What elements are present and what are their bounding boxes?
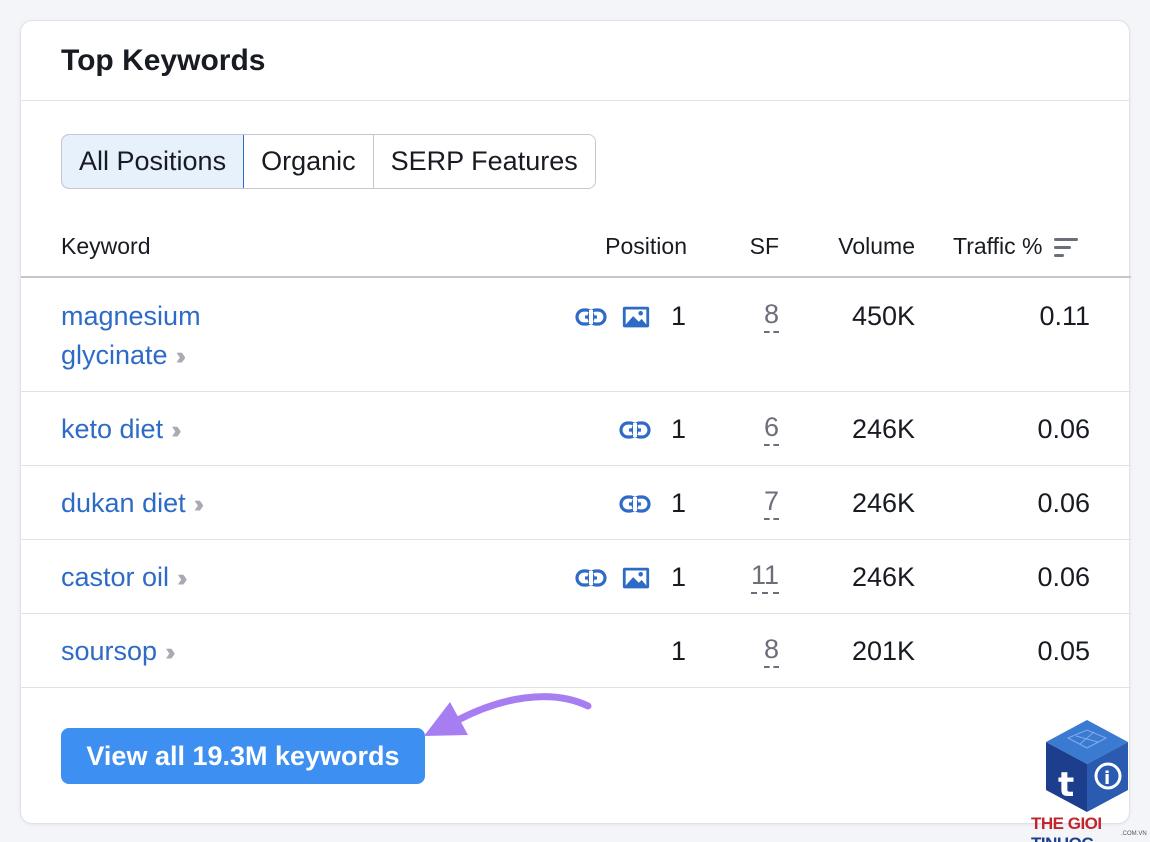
sf-count[interactable]: 11 (750, 558, 779, 594)
traffic-value: 0.06 (1037, 562, 1090, 592)
svg-text:t: t (1058, 765, 1074, 805)
keyword-text-line1: keto diet (61, 414, 164, 444)
watermark-domain: .COM.VN (1121, 831, 1147, 837)
keyword-link[interactable]: keto diet ›› (61, 410, 181, 450)
card-title: Top Keywords (61, 43, 266, 77)
link-icon (619, 494, 651, 513)
keyword-link[interactable]: magnesium glycinate ›› (61, 297, 201, 376)
keyword-text-line2: glycinate (61, 340, 168, 370)
double-chevron-right-icon[interactable]: ›› (177, 564, 187, 592)
watermark-part1: THE GIOI (1031, 814, 1102, 833)
column-header-position[interactable]: Position (605, 233, 687, 260)
keyword-text-line1: soursop (61, 636, 158, 666)
table-row: magnesium glycinate ›› 1 8 450K 0.11 (21, 279, 1131, 392)
link-icon (619, 420, 651, 439)
volume-value: 450K (851, 301, 915, 331)
watermark-brand: THE GIOI TINHOC (1031, 814, 1150, 842)
volume-value: 246K (851, 414, 915, 444)
table-header: Keyword Position SF Volume Traffic % (21, 221, 1131, 278)
sf-count[interactable]: 8 (763, 632, 779, 668)
traffic-value: 0.06 (1037, 414, 1090, 444)
link-icon (575, 568, 607, 587)
column-header-traffic-label: Traffic % (953, 233, 1043, 259)
traffic-value: 0.05 (1037, 636, 1090, 666)
keyword-text-line1: dukan diet (61, 488, 186, 518)
tab-serp-features[interactable]: SERP Features (373, 135, 595, 188)
sf-count[interactable]: 7 (763, 484, 779, 520)
position-cell: 1 (619, 410, 686, 449)
traffic-value: 0.11 (1039, 301, 1090, 331)
position-cell: 1 (665, 632, 686, 671)
view-all-keywords-button[interactable]: View all 19.3M keywords (61, 728, 425, 784)
svg-text:i: i (1104, 768, 1110, 789)
column-header-volume[interactable]: Volume (838, 233, 915, 260)
table-row: soursop ›› 1 8 201K 0.05 (21, 614, 1131, 688)
position-tabs: All Positions Organic SERP Features (61, 134, 596, 189)
keyword-link[interactable]: soursop ›› (61, 632, 175, 672)
double-chevron-right-icon[interactable]: ›› (194, 490, 204, 518)
position-value: 1 (670, 488, 686, 518)
position-cell: 1 (575, 297, 686, 336)
position-value: 1 (670, 562, 686, 592)
image-icon (622, 306, 650, 327)
watermark-part2: TINHOC (1031, 834, 1094, 842)
pointer-arrow-icon (424, 693, 592, 736)
traffic-value: 0.06 (1037, 488, 1090, 518)
tab-organic[interactable]: Organic (244, 135, 374, 188)
keyword-link[interactable]: dukan diet ›› (61, 484, 204, 524)
column-header-keyword[interactable]: Keyword (61, 233, 150, 260)
image-icon (622, 567, 650, 588)
keyword-text-line1: magnesium (61, 301, 201, 331)
tab-all-positions[interactable]: All Positions (61, 135, 245, 188)
position-value: 1 (670, 414, 686, 444)
sf-count[interactable]: 6 (763, 410, 779, 446)
volume-value: 246K (851, 488, 915, 518)
table-row: dukan diet ›› 1 7 246K 0.06 (21, 466, 1131, 540)
keyword-text-line1: castor oil (61, 562, 170, 592)
card-header: Top Keywords (21, 21, 1129, 101)
sort-descending-icon[interactable] (1054, 237, 1079, 259)
column-header-sf[interactable]: SF (750, 233, 779, 260)
position-cell: 1 (575, 558, 686, 597)
double-chevron-right-icon[interactable]: ›› (176, 342, 186, 370)
position-value: 1 (670, 636, 686, 666)
sf-count[interactable]: 8 (763, 297, 779, 333)
volume-value: 201K (851, 636, 915, 666)
volume-value: 246K (851, 562, 915, 592)
double-chevron-right-icon[interactable]: ›› (171, 416, 181, 444)
position-cell: 1 (619, 484, 686, 523)
keyword-link[interactable]: castor oil ›› (61, 558, 187, 598)
table-row: keto diet ›› 1 6 246K 0.06 (21, 392, 1131, 466)
position-value: 1 (670, 301, 686, 331)
column-header-traffic[interactable]: Traffic % (953, 233, 1079, 260)
table-row: castor oil ›› 1 11 246K 0.06 (21, 540, 1131, 614)
link-icon (575, 307, 607, 326)
double-chevron-right-icon[interactable]: ›› (165, 638, 175, 666)
